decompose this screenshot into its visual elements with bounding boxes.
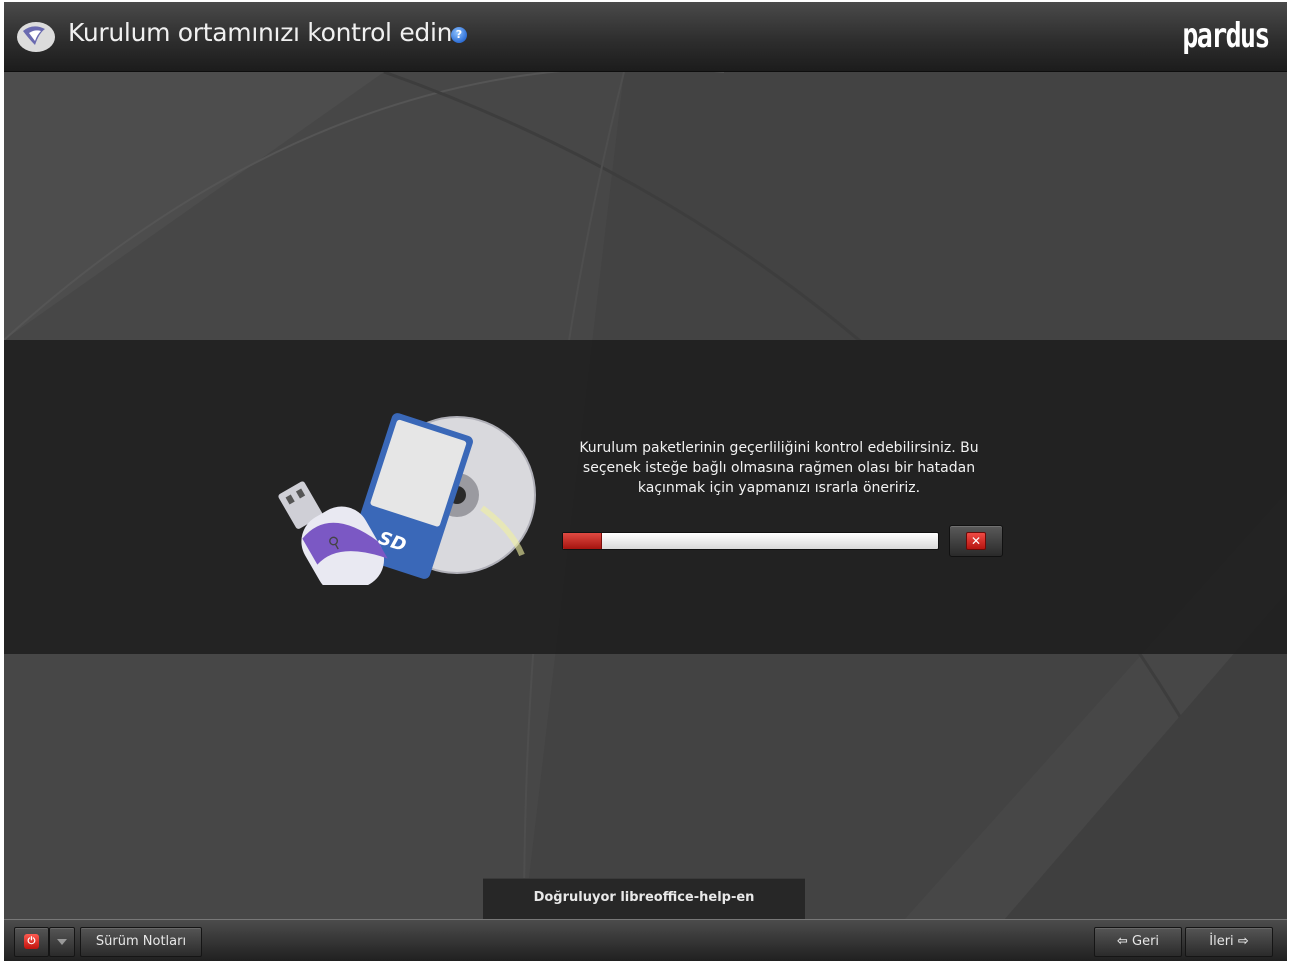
- pardus-logo: pardus: [1182, 16, 1271, 56]
- description-text: Kurulum paketlerinin geçerliliğini kontr…: [579, 440, 979, 496]
- pardus-leaf-icon: [17, 22, 55, 52]
- next-label: İleri: [1209, 934, 1234, 949]
- arrow-right-icon: ⇨: [1237, 934, 1249, 949]
- power-button[interactable]: ⏻: [14, 927, 49, 957]
- help-icon[interactable]: ?: [451, 27, 467, 43]
- bottom-toolbar: ⏻ Sürüm Notları ⇦ Geri İleri ⇨: [4, 919, 1287, 961]
- power-icon: ⏻: [24, 934, 39, 949]
- status-text: Doğruluyor libreoffice-help-en: [533, 890, 755, 905]
- release-notes-label: Sürüm Notları: [95, 934, 187, 949]
- release-notes-button[interactable]: Sürüm Notları: [80, 927, 202, 957]
- arrow-left-icon: ⇦: [1116, 934, 1128, 949]
- status-panel: Doğruluyor libreoffice-help-en: [483, 878, 805, 919]
- content-band: SD ⚲ Kurulum paketlerinin geçerliliğini …: [4, 340, 1287, 654]
- next-button[interactable]: İleri ⇨: [1185, 927, 1273, 957]
- power-menu-dropdown[interactable]: [49, 927, 75, 957]
- installer-window: Kurulum ortamınızı kontrol edin ? pardus…: [4, 2, 1287, 961]
- install-media-illustration: SD ⚲: [278, 413, 536, 585]
- chevron-down-icon: [57, 939, 67, 945]
- back-button[interactable]: ⇦ Geri: [1094, 927, 1182, 957]
- page-title: Kurulum ortamınızı kontrol edin: [68, 18, 453, 47]
- header-bar: Kurulum ortamınızı kontrol edin ? pardus: [4, 2, 1287, 72]
- red-x-icon: ✕: [966, 532, 986, 550]
- back-label: Geri: [1132, 934, 1160, 949]
- cancel-verification-button[interactable]: ✕: [949, 525, 1003, 557]
- verification-progress-bar: [562, 532, 939, 550]
- progress-fill: [563, 533, 602, 549]
